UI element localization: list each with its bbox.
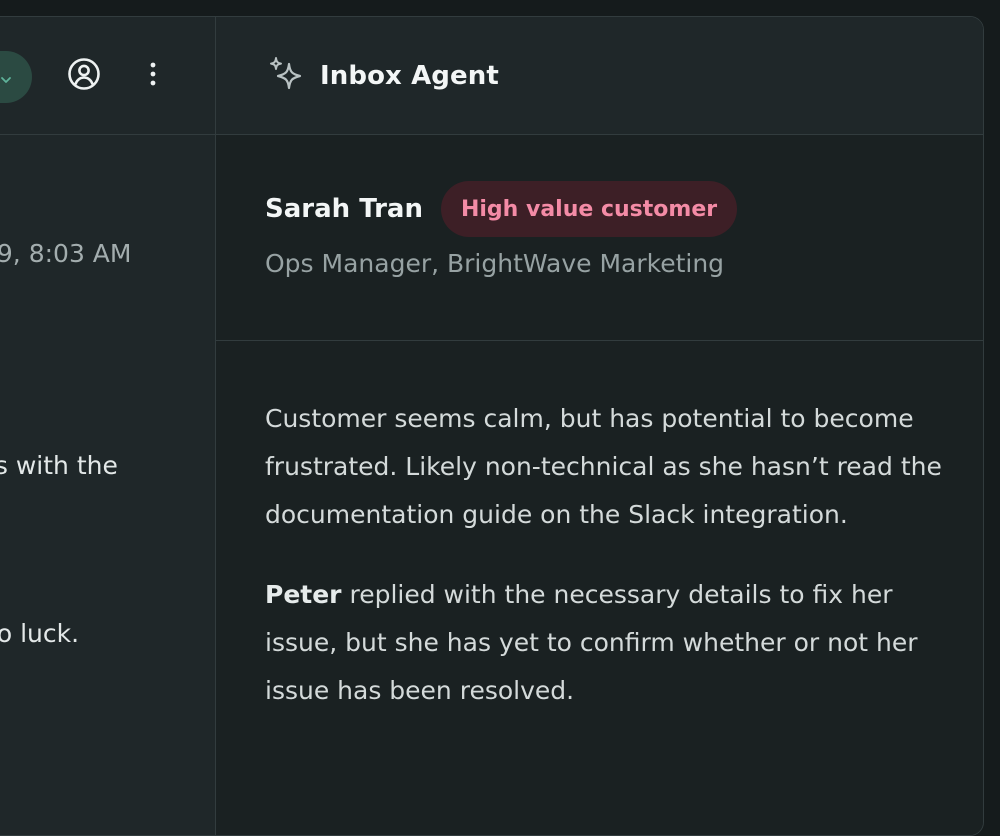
more-options-button[interactable] <box>135 58 171 94</box>
summary-paragraph: Peter replied with the necessary details… <box>265 571 943 715</box>
customer-name: Sarah Tran <box>265 194 423 224</box>
customer-card: Sarah Tran High value customer Ops Manag… <box>216 135 983 341</box>
agent-summary: Customer seems calm, but has potential t… <box>216 341 983 715</box>
conversation-pane: 29, 8:03 AM ils with the no luck. <box>0 17 216 835</box>
agent-header: Inbox Agent <box>216 17 983 135</box>
message-text: no luck. <box>0 619 80 648</box>
user-circle-icon <box>67 57 101 95</box>
chevron-down-icon <box>0 71 12 83</box>
app-window: 29, 8:03 AM ils with the no luck. Inbox … <box>0 16 984 836</box>
conversation-toolbar <box>0 17 215 135</box>
agent-name-mention: Peter <box>265 580 342 609</box>
inbox-agent-panel: Inbox Agent Sarah Tran High value custom… <box>216 17 983 835</box>
customer-role: Ops Manager, BrightWave Marketing <box>265 249 725 278</box>
message-text: ils with the <box>0 451 118 480</box>
status-dropdown-button[interactable] <box>0 51 32 103</box>
account-button[interactable] <box>66 58 102 94</box>
agent-title: Inbox Agent <box>320 60 499 91</box>
message-timestamp: 29, 8:03 AM <box>0 239 132 268</box>
summary-paragraph: Customer seems calm, but has potential t… <box>265 404 942 529</box>
summary-text: replied with the necessary details to fi… <box>265 580 918 705</box>
sparkle-icon <box>266 56 306 96</box>
more-vertical-icon <box>149 61 157 91</box>
customer-value-badge: High value customer <box>440 181 738 237</box>
